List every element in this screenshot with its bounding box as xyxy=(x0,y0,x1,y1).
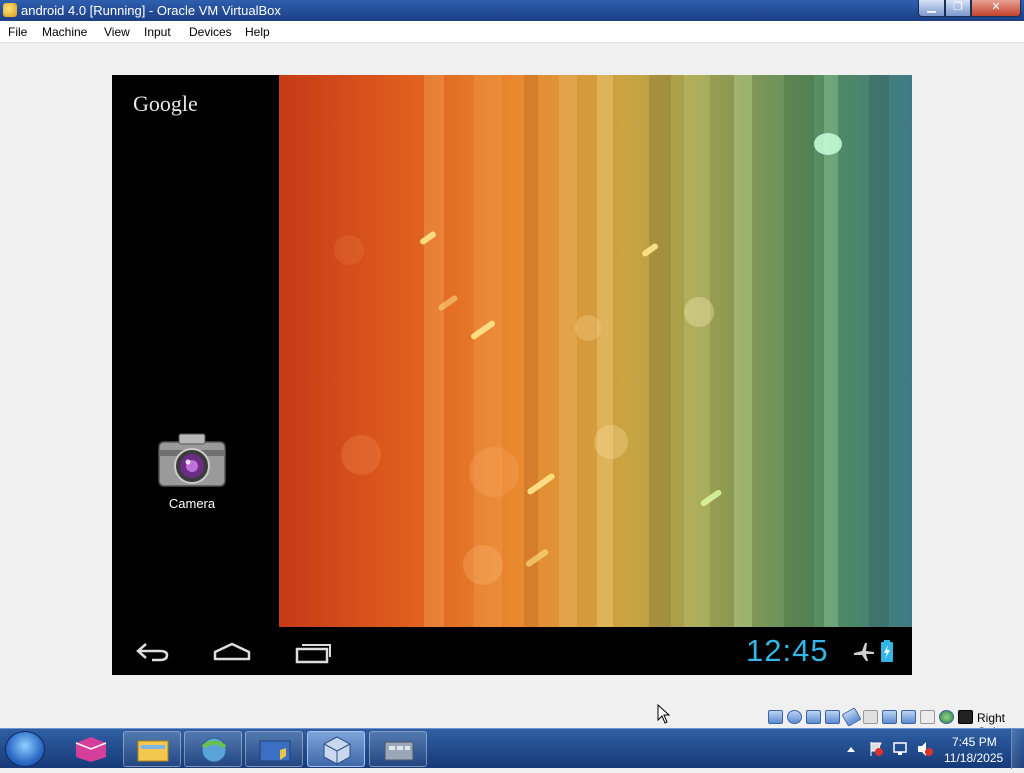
back-icon[interactable] xyxy=(134,641,170,663)
minimize-button[interactable]: ▁ xyxy=(918,0,945,17)
mouse-cursor-icon xyxy=(657,704,671,724)
camera-icon[interactable] xyxy=(157,430,227,490)
mouse-integration-icon[interactable] xyxy=(920,710,935,724)
keyboard-icon[interactable] xyxy=(939,710,954,724)
audio-icon[interactable] xyxy=(806,710,821,724)
android-navbar: 12:45 xyxy=(112,627,912,675)
taskbar-windows-explorer[interactable] xyxy=(123,731,181,767)
network-icon[interactable] xyxy=(825,710,840,724)
battery-charging-icon xyxy=(881,640,893,662)
camera-app-label[interactable]: Camera xyxy=(152,496,232,511)
optical-drive-icon[interactable] xyxy=(787,710,802,724)
display-icon[interactable] xyxy=(882,710,897,724)
taskbar-virtualbox[interactable] xyxy=(307,731,365,767)
maximize-button[interactable]: ❐ xyxy=(945,0,971,17)
close-button[interactable]: ✕ xyxy=(971,0,1021,17)
video-capture-icon[interactable] xyxy=(901,710,916,724)
taskbar-app-pinned-1[interactable] xyxy=(62,731,120,767)
taskbar-clock-date[interactable]: 11/18/2025 xyxy=(944,751,1003,765)
menu-input[interactable]: Input xyxy=(144,25,171,39)
menubar: File Machine View Input Devices Help xyxy=(0,21,1024,43)
taskbar: 7:45 PM 11/18/2025 xyxy=(0,728,1024,769)
volume-muted-icon[interactable] xyxy=(916,741,934,757)
show-desktop-button[interactable] xyxy=(1011,729,1024,769)
android-screen[interactable]: Google Camera 12:45 xyxy=(112,75,912,675)
taskbar-browser[interactable] xyxy=(184,731,242,767)
host-key-indicator-icon[interactable] xyxy=(958,710,973,724)
home-icon[interactable] xyxy=(212,641,252,663)
window-titlebar: android 4.0 [Running] - Oracle VM Virtua… xyxy=(0,0,1024,21)
launcher-panel: Google Camera xyxy=(112,75,279,627)
menu-view[interactable]: View xyxy=(104,25,130,39)
google-search-logo[interactable]: Google xyxy=(133,91,198,117)
recent-apps-icon[interactable] xyxy=(294,639,332,665)
android-clock[interactable]: 12:45 xyxy=(746,633,829,669)
menu-devices[interactable]: Devices xyxy=(189,25,232,39)
virtualbox-icon xyxy=(3,3,17,17)
menu-help[interactable]: Help xyxy=(245,25,270,39)
show-hidden-icons-icon[interactable] xyxy=(846,745,856,753)
taskbar-control-panel[interactable] xyxy=(245,731,303,767)
network-tray-icon[interactable] xyxy=(892,741,910,757)
wallpaper xyxy=(279,75,912,627)
taskbar-virtualbox-vm[interactable] xyxy=(369,731,427,767)
start-orb-icon[interactable] xyxy=(5,731,45,767)
shared-folder-icon[interactable] xyxy=(863,710,878,724)
hard-disk-icon[interactable] xyxy=(768,710,783,724)
action-center-icon[interactable] xyxy=(868,741,884,757)
airplane-mode-icon xyxy=(854,643,874,661)
menu-machine[interactable]: Machine xyxy=(42,25,87,39)
taskbar-clock-time[interactable]: 7:45 PM xyxy=(952,735,997,749)
window-title: android 4.0 [Running] - Oracle VM Virtua… xyxy=(21,3,281,18)
usb-icon[interactable] xyxy=(841,707,862,727)
menu-file[interactable]: File xyxy=(8,25,27,39)
